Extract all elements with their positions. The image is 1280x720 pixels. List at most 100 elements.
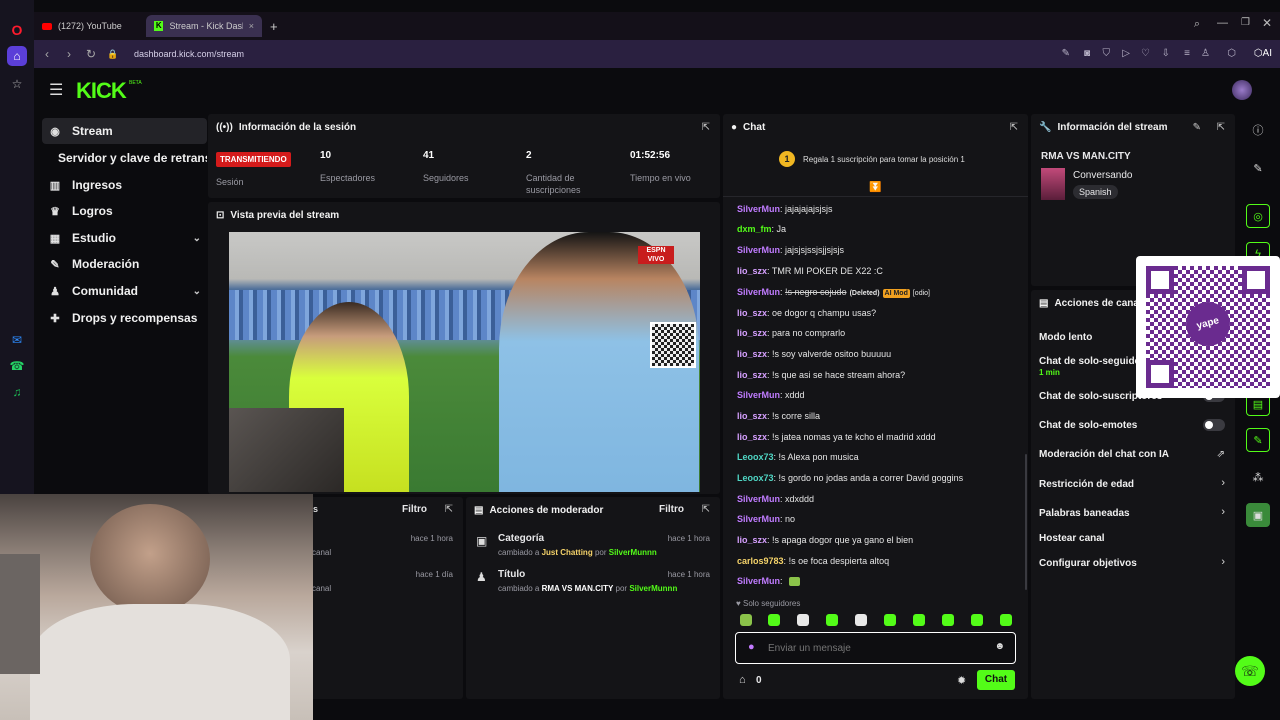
pencil-icon[interactable]: ✎ xyxy=(1246,156,1270,180)
user-avatar[interactable] xyxy=(1232,80,1252,100)
nav-moderacion[interactable]: ✎ Moderación xyxy=(42,251,207,277)
close-window-icon[interactable]: ✕ xyxy=(1262,16,1272,30)
support-chat-button[interactable]: ☏ xyxy=(1235,656,1265,686)
action-age-restriction[interactable]: Restricción de edad xyxy=(1039,479,1134,490)
tab-youtube[interactable]: (1272) YouTube xyxy=(34,15,144,37)
emote-icon[interactable] xyxy=(826,614,838,626)
emotes-only-toggle[interactable] xyxy=(1203,419,1225,431)
nav-drops[interactable]: ✚ Drops y recompensas xyxy=(42,305,207,331)
play-icon[interactable]: ▷ xyxy=(1122,48,1130,59)
tab-kick-dashboard[interactable]: K Stream - Kick Dash × xyxy=(146,15,262,37)
chat-username[interactable]: Leoox73 xyxy=(737,452,774,462)
download-icon[interactable]: ⇩ xyxy=(1162,48,1170,59)
emote-icon[interactable] xyxy=(884,614,896,626)
gift-sub-prompt[interactable]: Regala 1 suscripción para tomar la posic… xyxy=(803,155,965,164)
chat-username[interactable]: SilverMun xyxy=(737,287,780,297)
chat-username[interactable]: lio_szx xyxy=(737,308,767,318)
detail-user[interactable]: SilverMunnn xyxy=(609,548,657,557)
home-icon[interactable]: ⌂ xyxy=(7,46,27,66)
settings-gear-icon[interactable]: ✹ xyxy=(957,674,966,687)
camera-icon[interactable]: ◙ xyxy=(1084,48,1090,59)
emote-icon[interactable] xyxy=(740,614,752,626)
chat-username[interactable]: lio_szx xyxy=(737,411,767,421)
edit-icon[interactable]: ✎ xyxy=(1062,48,1070,59)
action-ai-moderation[interactable]: Moderación del chat con IA xyxy=(1039,449,1169,460)
chat-username[interactable]: SilverMun xyxy=(737,390,780,400)
emote-icon[interactable] xyxy=(913,614,925,626)
chat-username[interactable]: carlos9783 xyxy=(737,556,784,566)
emoji-icon[interactable]: ☻ xyxy=(994,641,1005,652)
emote-icon[interactable] xyxy=(797,614,809,626)
nav-ingresos[interactable]: ▥ Ingresos xyxy=(42,172,207,198)
chat-input-box[interactable]: ● ☻ xyxy=(735,632,1016,664)
nodes-icon[interactable]: ⁂ xyxy=(1246,465,1270,489)
emote-icon[interactable] xyxy=(971,614,983,626)
popout-icon[interactable]: ⇱ xyxy=(445,504,453,515)
minimize-icon[interactable]: — xyxy=(1217,17,1228,29)
chat-username[interactable]: dxm_fm xyxy=(737,224,772,234)
popout-icon[interactable]: ⇱ xyxy=(702,122,710,133)
search-tabs-icon[interactable]: ⌕ xyxy=(1194,18,1200,31)
chat-username[interactable]: lio_szx xyxy=(737,349,767,359)
ai-button[interactable]: ⬡AI xyxy=(1254,48,1272,59)
wrench-rail-icon[interactable]: ✎ xyxy=(1246,428,1270,452)
filter-button[interactable]: Filtro xyxy=(402,504,427,515)
chat-username[interactable]: SilverMun xyxy=(737,514,780,524)
stream-video[interactable]: ESPN VIVO xyxy=(229,232,700,492)
back-icon[interactable]: ‹ xyxy=(36,47,58,61)
nav-stream[interactable]: ◉ Stream xyxy=(42,118,207,144)
messenger-icon[interactable]: ✉ xyxy=(7,330,27,350)
chat-username[interactable]: SilverMun xyxy=(737,204,780,214)
action-banned-words[interactable]: Palabras baneadas xyxy=(1039,508,1130,519)
chat-scrollbar[interactable] xyxy=(1025,454,1027,590)
filter-button[interactable]: Filtro xyxy=(659,504,684,515)
speed-dial-icon[interactable]: ☆ xyxy=(7,74,27,94)
emote-icon[interactable] xyxy=(768,614,780,626)
profile-icon[interactable]: ♙ xyxy=(1201,48,1210,59)
chat-username[interactable]: Leoox73 xyxy=(737,473,774,483)
chat-message-input[interactable] xyxy=(768,640,988,656)
chat-username[interactable]: SilverMun xyxy=(737,576,780,586)
chevron-right-icon[interactable]: › xyxy=(1221,556,1225,568)
nav-comunidad[interactable]: ♟ Comunidad ⌄ xyxy=(42,278,207,304)
heart-icon[interactable]: ♡ xyxy=(1141,48,1150,59)
send-chat-button[interactable]: Chat xyxy=(977,670,1015,690)
chat-username[interactable]: lio_szx xyxy=(737,432,767,442)
game-icon[interactable]: ▣ xyxy=(1246,503,1270,527)
close-tab-icon[interactable]: × xyxy=(249,21,254,31)
chat-username[interactable]: lio_szx xyxy=(737,370,767,380)
emote-icon[interactable] xyxy=(855,614,867,626)
action-host-channel[interactable]: Hostear canal xyxy=(1039,533,1105,544)
chat-username[interactable]: lio_szx xyxy=(737,535,767,545)
store-icon[interactable]: ⌂ xyxy=(739,674,746,686)
popout-icon[interactable]: ⇱ xyxy=(702,504,710,515)
external-link-icon[interactable]: ⇗ xyxy=(1217,449,1225,460)
menu-icon[interactable]: ≡ xyxy=(1184,48,1190,59)
nav-server-key[interactable]: Servidor y clave de retransmisión xyxy=(42,145,207,171)
extensions-icon[interactable]: ⬡ xyxy=(1227,48,1236,59)
url-field[interactable]: dashboard.kick.com/stream xyxy=(134,49,244,59)
scroll-down-icon[interactable]: ⏬ xyxy=(869,182,881,193)
chat-username[interactable]: lio_szx xyxy=(737,328,767,338)
nav-estudio[interactable]: ▦ Estudio ⌄ xyxy=(42,225,207,251)
kick-logo[interactable]: KICK xyxy=(76,78,127,104)
forward-icon[interactable]: › xyxy=(58,47,80,61)
info-icon[interactable]: ⓘ xyxy=(1246,118,1270,142)
popout-icon[interactable]: ⇱ xyxy=(1010,122,1018,133)
chevron-right-icon[interactable]: › xyxy=(1221,506,1225,518)
action-configure-goals[interactable]: Configurar objetivos xyxy=(1039,558,1137,569)
opera-logo-icon[interactable]: O xyxy=(7,20,27,40)
reload-icon[interactable]: ↻ xyxy=(80,47,102,61)
popout-icon[interactable]: ⇱ xyxy=(1217,122,1225,133)
chat-username[interactable]: lio_szx xyxy=(737,266,767,276)
microphone-icon[interactable]: ● xyxy=(748,641,755,653)
whatsapp-icon[interactable]: ☎ xyxy=(7,356,27,376)
chat-username[interactable]: SilverMun xyxy=(737,245,780,255)
spotify-icon[interactable]: ♫ xyxy=(7,382,27,402)
new-tab-button[interactable]: + xyxy=(262,15,284,37)
edit-icon[interactable]: ✎ xyxy=(1193,122,1201,133)
emote-icon[interactable] xyxy=(1000,614,1012,626)
maximize-icon[interactable]: ❐ xyxy=(1241,17,1250,28)
detail-user[interactable]: SilverMunnn xyxy=(629,584,677,593)
emote-icon[interactable] xyxy=(942,614,954,626)
